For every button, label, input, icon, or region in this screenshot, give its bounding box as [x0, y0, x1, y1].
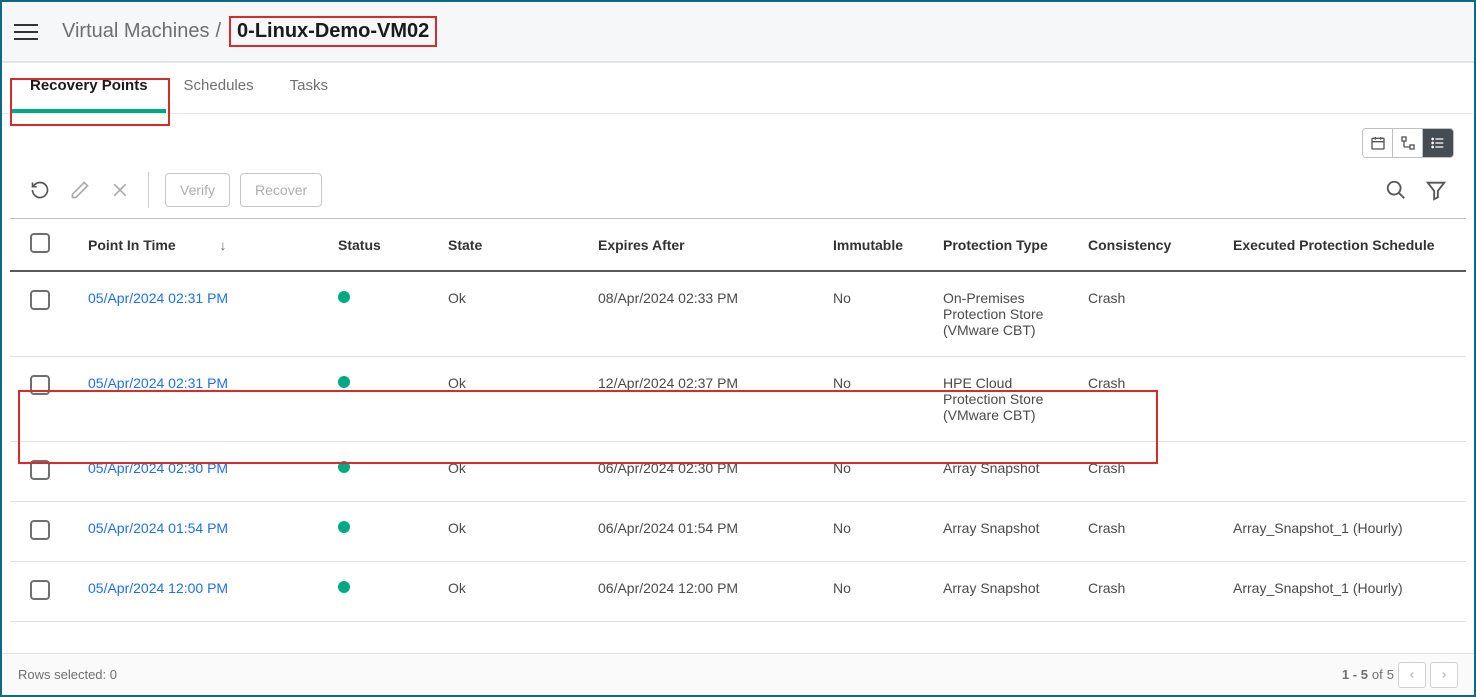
- breadcrumb-separator: /: [215, 20, 221, 43]
- state-cell: Ok: [440, 271, 590, 357]
- column-immutable[interactable]: Immutable: [825, 219, 935, 272]
- protection-type-cell: Array Snapshot: [935, 562, 1080, 622]
- breadcrumb-current: 0-Linux-Demo-VM02: [229, 16, 437, 47]
- table-row[interactable]: 05/Apr/2024 02:31 PM Ok08/Apr/2024 02:33 …: [10, 271, 1466, 357]
- table-footer: Rows selected: 0 1 - 5 of 5: [2, 653, 1474, 695]
- edit-icon[interactable]: [62, 172, 98, 208]
- schedule-cell: Array_Snapshot_1 (Hourly): [1225, 502, 1466, 562]
- state-cell: Ok: [440, 357, 590, 442]
- toolbar-divider: [148, 172, 149, 208]
- table-row[interactable]: 05/Apr/2024 01:54 PM Ok06/Apr/2024 01:54 …: [10, 502, 1466, 562]
- immutable-cell: No: [825, 442, 935, 502]
- breadcrumb: Virtual Machines / 0-Linux-Demo-VM02: [62, 16, 437, 47]
- status-dot-icon: [338, 376, 350, 388]
- verify-button[interactable]: Verify: [165, 173, 230, 207]
- next-page-button[interactable]: [1430, 662, 1458, 688]
- row-checkbox[interactable]: [30, 520, 50, 540]
- row-checkbox[interactable]: [30, 375, 50, 395]
- column-consistency[interactable]: Consistency: [1080, 219, 1225, 272]
- schedule-cell: [1225, 442, 1466, 502]
- protection-type-cell: Array Snapshot: [935, 442, 1080, 502]
- point-in-time-link[interactable]: 05/Apr/2024 02:31 PM: [88, 375, 228, 391]
- calendar-view-icon[interactable]: [1363, 129, 1393, 157]
- recovery-points-table: Point In Time ↓ Status State Expires Aft…: [10, 218, 1466, 622]
- tab-recovery-points[interactable]: Recovery Points: [12, 63, 166, 113]
- expires-cell: 06/Apr/2024 01:54 PM: [590, 502, 825, 562]
- schedule-cell: [1225, 357, 1466, 442]
- expires-cell: 08/Apr/2024 02:33 PM: [590, 271, 825, 357]
- schedule-cell: Array_Snapshot_1 (Hourly): [1225, 562, 1466, 622]
- list-view-icon[interactable]: [1423, 129, 1453, 157]
- refresh-icon[interactable]: [22, 172, 58, 208]
- point-in-time-link[interactable]: 05/Apr/2024 02:30 PM: [88, 460, 228, 476]
- tree-view-icon[interactable]: [1393, 129, 1423, 157]
- protection-type-cell: HPE Cloud Protection Store (VMware CBT): [935, 357, 1080, 442]
- row-checkbox[interactable]: [30, 290, 50, 310]
- prev-page-button[interactable]: [1398, 662, 1426, 688]
- column-executed-schedule[interactable]: Executed Protection Schedule: [1225, 219, 1466, 272]
- status-dot-icon: [338, 581, 350, 593]
- toolbar: Verify Recover: [2, 158, 1474, 218]
- state-cell: Ok: [440, 502, 590, 562]
- rows-selected-label: Rows selected: 0: [18, 667, 117, 682]
- page-range: 1 - 5: [1342, 667, 1368, 682]
- column-expires-after[interactable]: Expires After: [590, 219, 825, 272]
- breadcrumb-parent[interactable]: Virtual Machines: [62, 20, 209, 43]
- point-in-time-link[interactable]: 05/Apr/2024 12:00 PM: [88, 580, 228, 596]
- column-protection-type[interactable]: Protection Type: [935, 219, 1080, 272]
- view-toggle-group: [2, 114, 1474, 158]
- row-checkbox[interactable]: [30, 580, 50, 600]
- select-all-checkbox[interactable]: [30, 233, 50, 253]
- menu-icon[interactable]: [14, 18, 42, 46]
- consistency-cell: Crash: [1080, 502, 1225, 562]
- consistency-cell: Crash: [1080, 442, 1225, 502]
- delete-icon[interactable]: [102, 172, 138, 208]
- row-checkbox[interactable]: [30, 460, 50, 480]
- tab-schedules[interactable]: Schedules: [166, 63, 272, 113]
- state-cell: Ok: [440, 442, 590, 502]
- tab-tasks[interactable]: Tasks: [272, 63, 346, 113]
- search-icon[interactable]: [1378, 172, 1414, 208]
- expires-cell: 12/Apr/2024 02:37 PM: [590, 357, 825, 442]
- immutable-cell: No: [825, 562, 935, 622]
- state-cell: Ok: [440, 562, 590, 622]
- protection-type-cell: On-Premises Protection Store (VMware CBT…: [935, 271, 1080, 357]
- table-row[interactable]: 05/Apr/2024 12:00 PM Ok06/Apr/2024 12:00 …: [10, 562, 1466, 622]
- column-state[interactable]: State: [440, 219, 590, 272]
- consistency-cell: Crash: [1080, 357, 1225, 442]
- status-dot-icon: [338, 521, 350, 533]
- expires-cell: 06/Apr/2024 02:30 PM: [590, 442, 825, 502]
- schedule-cell: [1225, 271, 1466, 357]
- immutable-cell: No: [825, 357, 935, 442]
- immutable-cell: No: [825, 502, 935, 562]
- immutable-cell: No: [825, 271, 935, 357]
- page-total: 5: [1387, 667, 1394, 682]
- column-point-in-time[interactable]: Point In Time ↓: [80, 219, 330, 272]
- table-row[interactable]: 05/Apr/2024 02:30 PM Ok06/Apr/2024 02:30 …: [10, 442, 1466, 502]
- tabs: Recovery Points Schedules Tasks: [2, 62, 1474, 114]
- column-status[interactable]: Status: [330, 219, 440, 272]
- consistency-cell: Crash: [1080, 562, 1225, 622]
- recover-button[interactable]: Recover: [240, 173, 322, 207]
- sort-arrow-down-icon: ↓: [220, 237, 227, 253]
- filter-icon[interactable]: [1418, 172, 1454, 208]
- paginator: 1 - 5 of 5: [1342, 662, 1458, 688]
- point-in-time-link[interactable]: 05/Apr/2024 02:31 PM: [88, 290, 228, 306]
- expires-cell: 06/Apr/2024 12:00 PM: [590, 562, 825, 622]
- consistency-cell: Crash: [1080, 271, 1225, 357]
- status-dot-icon: [338, 291, 350, 303]
- protection-type-cell: Array Snapshot: [935, 502, 1080, 562]
- point-in-time-link[interactable]: 05/Apr/2024 01:54 PM: [88, 520, 228, 536]
- status-dot-icon: [338, 461, 350, 473]
- header-bar: Virtual Machines / 0-Linux-Demo-VM02: [2, 2, 1474, 62]
- table-row[interactable]: 05/Apr/2024 02:31 PM Ok12/Apr/2024 02:37 …: [10, 357, 1466, 442]
